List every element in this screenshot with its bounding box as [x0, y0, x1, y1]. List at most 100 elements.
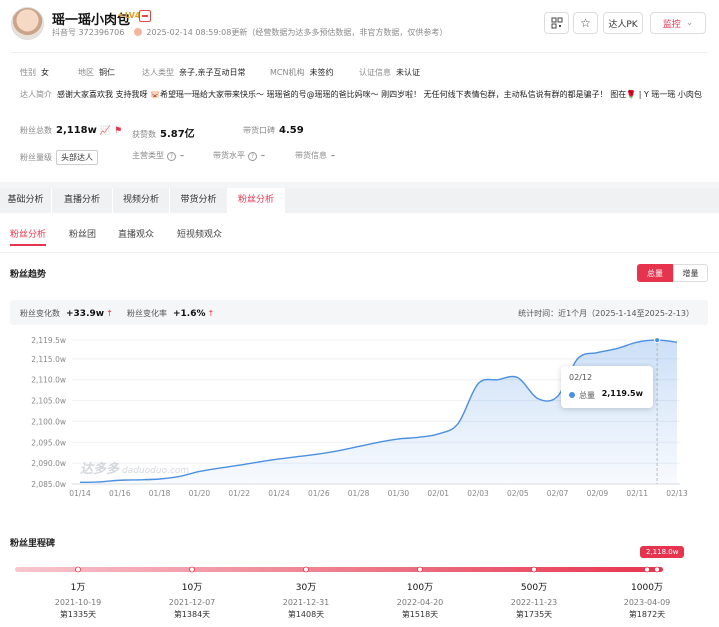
- milestone-days: 第1872天: [628, 610, 666, 619]
- x-tick-label: 01/28: [348, 489, 370, 498]
- intro-text: 感谢大家喜欢我 支持我呀 🐷希望瑶一瑶给大家带来快乐～ 瑶瑶爸的号@瑶瑶的爸比妈…: [57, 90, 702, 99]
- x-tick-label: 01/30: [388, 489, 410, 498]
- gender-info: 性别女: [20, 67, 49, 78]
- x-tick-label: 02/03: [467, 489, 489, 498]
- subtab-fans[interactable]: 粉丝分析: [10, 227, 47, 246]
- region-info: 地区 铜仁: [78, 67, 115, 78]
- milestone-days: 第1735天: [515, 610, 553, 619]
- milestone-days: 第1518天: [401, 610, 439, 619]
- milestone-days: 第1335天: [59, 610, 97, 619]
- milestone-track: [15, 567, 663, 572]
- milestone-date: 2021-10-19: [54, 598, 102, 607]
- cert-info: 认证信息 未认证: [359, 67, 420, 78]
- category-value: 亲子,亲子互动日常: [179, 68, 246, 77]
- toggle-total[interactable]: 总量: [637, 264, 673, 282]
- category-label: 达人类型: [142, 68, 174, 77]
- fans-rate-value: +1.6%: [173, 309, 206, 319]
- milestone-current-dot: [654, 566, 660, 573]
- monitor-dropdown[interactable]: 监控 ⌄: [650, 12, 706, 34]
- likes-value: 5.87亿: [160, 129, 195, 140]
- x-tick-label: 01/22: [228, 489, 250, 498]
- favorite-button[interactable]: ☆: [573, 12, 598, 34]
- x-tick-label: 02/09: [587, 489, 609, 498]
- milestone-item: 1万 2021-10-19 第1335天: [38, 580, 118, 620]
- milestone-date: 2023-04-09: [623, 598, 671, 607]
- tab-fans[interactable]: 粉丝分析: [228, 188, 285, 213]
- fans-trend-chart[interactable]: 2,085.0w 2,090.0w 2,095.0w 2,100.0w 2,105.0w…: [0, 333, 719, 503]
- tab-video[interactable]: 视频分析: [113, 188, 170, 213]
- page: 瑶一瑶小肉包 LV4 抖音号 3723967062025-02-14 08:59…: [0, 0, 719, 627]
- x-tick-label: 02/05: [507, 489, 529, 498]
- cert-label: 认证信息: [359, 68, 391, 77]
- fans-change-value: +33.9w: [66, 309, 105, 319]
- gender-value: 女: [41, 68, 49, 77]
- flag-icon[interactable]: ⚑: [114, 126, 122, 136]
- pk-button[interactable]: 达人PK: [603, 12, 643, 34]
- likes-label: 获赞数: [132, 130, 156, 139]
- milestone-item: 10万 2021-12-07 第1384天: [152, 580, 232, 620]
- milestone-item: 500万 2022-11-23 第1735天: [494, 580, 574, 620]
- id-label: 抖音号: [52, 28, 76, 37]
- y-tick-label: 2,115.0w: [31, 355, 66, 364]
- watermark-logo: 达多多: [80, 462, 120, 477]
- intro-label: 达人简介: [20, 90, 52, 99]
- intro-info: 达人简介 感谢大家喜欢我 支持我呀 🐷希望瑶一瑶给大家带来快乐～ 瑶瑶爸的号@瑶瑶…: [20, 89, 702, 100]
- y-tick-label: 2,110.0w: [31, 376, 66, 385]
- milestone-label: 500万: [520, 583, 548, 593]
- subtab-video-audience[interactable]: 短视频观众: [177, 227, 222, 240]
- chevron-down-icon: ⌄: [685, 18, 694, 28]
- up-arrow-icon: ↑: [106, 309, 113, 318]
- gender-label: 性别: [20, 68, 36, 77]
- help-icon[interactable]: ?: [167, 152, 176, 161]
- profile-header: 瑶一瑶小肉包 LV4 抖音号 3723967062025-02-14 08:59…: [0, 0, 719, 182]
- x-tick-label: 02/07: [547, 489, 569, 498]
- qrcode-button[interactable]: [544, 12, 569, 34]
- category-info: 达人类型 亲子,亲子互动日常: [142, 67, 246, 78]
- x-tick-label: 02/01: [427, 489, 449, 498]
- cert-value: 未认证: [396, 68, 420, 77]
- sales-level-label: 带货水平: [213, 151, 245, 160]
- tab-basic[interactable]: 基础分析: [0, 188, 52, 213]
- milestone-dot: [303, 566, 309, 573]
- reputation-stat: 带货口碑 4.59: [243, 125, 304, 136]
- x-tick-label: 01/14: [69, 489, 91, 498]
- help-icon[interactable]: ?: [248, 152, 257, 161]
- hover-point: [654, 337, 661, 344]
- subtab-fan-club[interactable]: 粉丝团: [69, 227, 96, 240]
- main-type-value: –: [180, 151, 184, 160]
- trend-chart-icon[interactable]: 📈: [100, 126, 111, 136]
- fans-rate-label: 粉丝变化率: [127, 309, 167, 318]
- avatar: [11, 7, 44, 40]
- fan-level-badge: 头部达人: [56, 150, 98, 165]
- milestone-dot: [189, 566, 195, 573]
- header-divider: [11, 52, 708, 53]
- milestone-date: 2022-11-23: [510, 598, 558, 607]
- milestone-date: 2022-04-20: [396, 598, 444, 607]
- milestone-dot: [644, 566, 650, 573]
- trend-title: 粉丝趋势: [10, 270, 47, 280]
- fans-value: 2,118w: [56, 125, 97, 136]
- reputation-label: 带货口碑: [243, 126, 275, 135]
- x-tick-label: 01/20: [189, 489, 211, 498]
- milestone-current-badge: 2,118.0w: [640, 546, 685, 558]
- tab-sales[interactable]: 带货分析: [170, 188, 228, 213]
- fan-level-label: 粉丝量级: [20, 153, 52, 162]
- region-label: 地区: [78, 68, 94, 77]
- milestone-item: 100万 2022-04-20 第1518天: [380, 580, 460, 620]
- monitor-label: 监控: [662, 19, 681, 30]
- milestone-days: 第1384天: [173, 610, 211, 619]
- sales-info-info: 带货信息 –: [295, 150, 335, 161]
- y-tick-label: 2,105.0w: [31, 397, 66, 406]
- id-value: 372396706: [78, 28, 125, 37]
- milestone-days: 第1408天: [287, 610, 325, 619]
- chart-tooltip: 02/12 总量 2,119.5w: [561, 366, 653, 408]
- toggle-increment[interactable]: 增量: [673, 264, 708, 282]
- tab-live[interactable]: 直播分析: [52, 188, 113, 213]
- likes-stat: 获赞数 5.87亿: [132, 125, 195, 140]
- milestone-label: 100万: [406, 583, 434, 593]
- subtab-live-audience[interactable]: 直播观众: [118, 227, 154, 240]
- region-value: 铜仁: [99, 68, 115, 77]
- fans-change: 粉丝变化数 +33.9w ↑: [20, 308, 113, 319]
- milestone-dot: [531, 566, 537, 573]
- profile-meta: 抖音号 372396706 2025-02-14 08:59:08更新（经营数据为…: [52, 27, 447, 38]
